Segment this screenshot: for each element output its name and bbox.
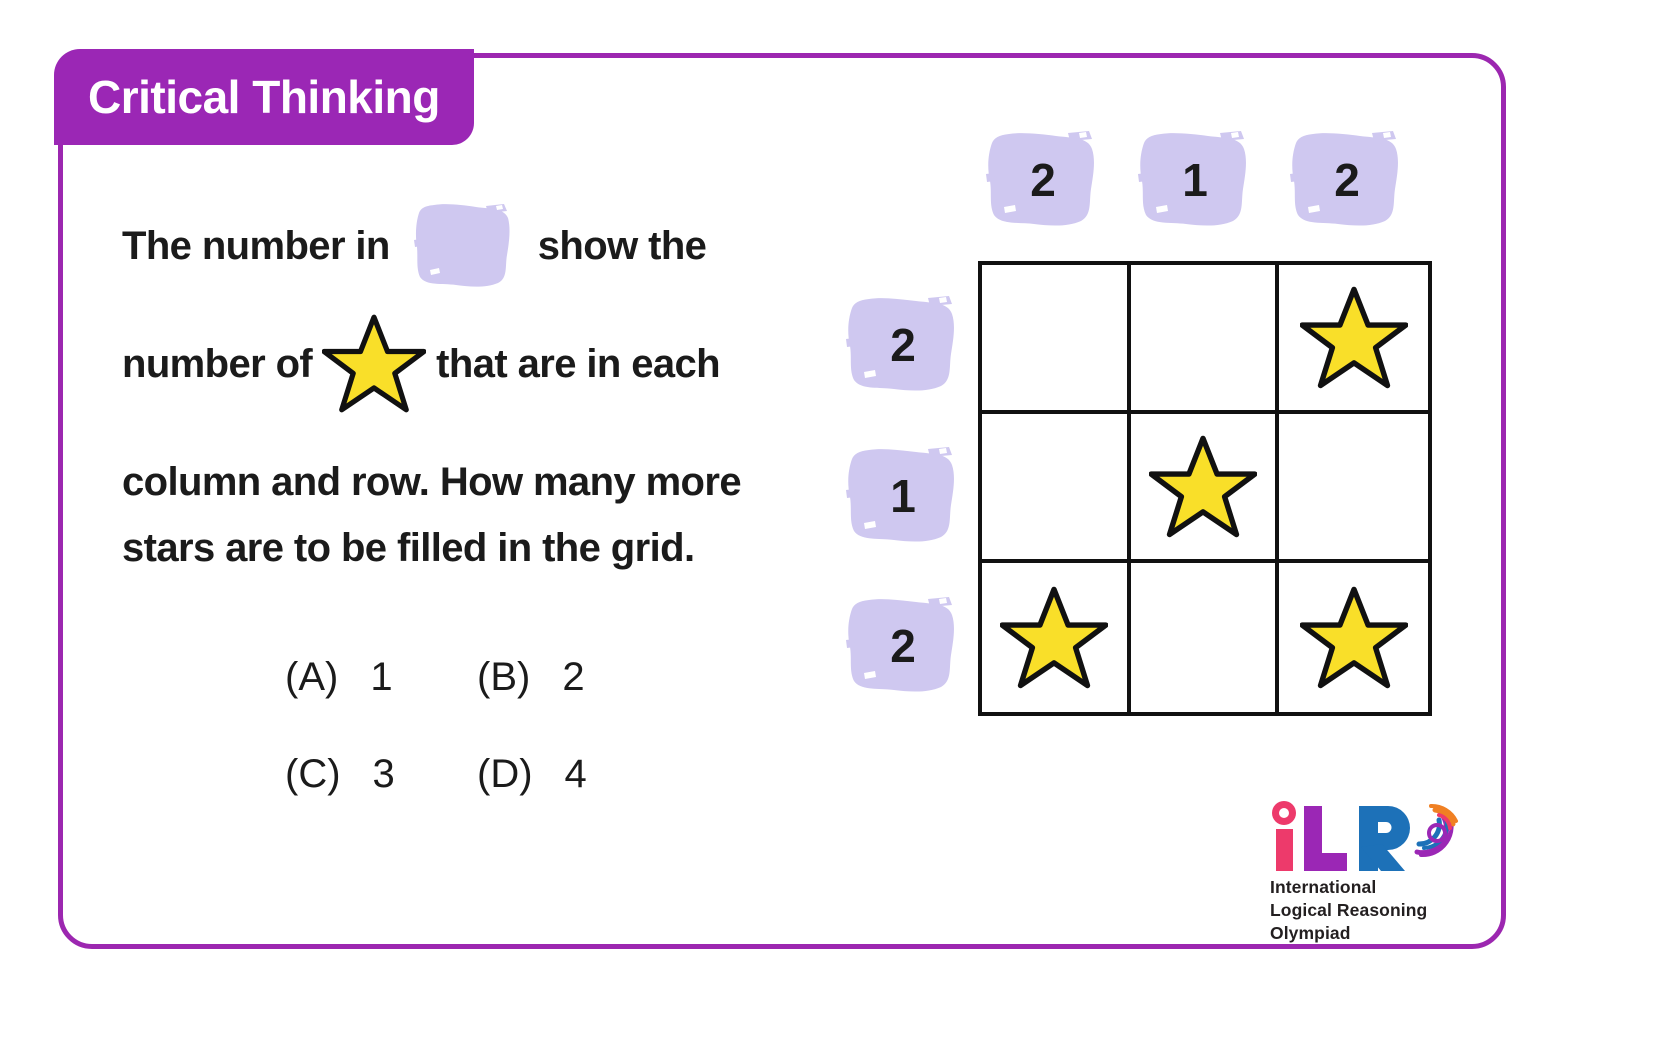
question-line-1-part-b: show the: [537, 223, 707, 268]
grid-cell-r1c2[interactable]: [1130, 265, 1280, 414]
answer-option-b-letter: (B): [477, 655, 531, 699]
grid-cell-r1c1[interactable]: [982, 265, 1131, 414]
ilro-tagline-line-3: Olympiad: [1270, 923, 1351, 944]
row-label-2: 1: [844, 444, 962, 548]
grid-cell-r2c2[interactable]: [1130, 414, 1280, 563]
question-line-2: number of that are in each: [122, 314, 812, 413]
question-text-block: The number in show the number of that ar…: [122, 204, 812, 583]
star-grid: [978, 261, 1432, 716]
grid-cell-r3c2[interactable]: [1131, 563, 1280, 712]
answer-option-a-value: 1: [370, 655, 393, 699]
column-label-1: 2: [984, 128, 1102, 232]
question-line-2-part-b: that are in each: [436, 341, 720, 386]
column-label-2: 1: [1136, 128, 1254, 232]
answer-option-b-value: 2: [562, 655, 585, 699]
answer-options-row-2: (C) 3 (D) 4: [285, 752, 705, 797]
answer-options: (A) 1 (B) 2 (C) 3 (D) 4: [285, 655, 705, 849]
grid-cell-r3c3[interactable]: [1279, 563, 1428, 712]
yellow-star-icon: [1299, 586, 1409, 690]
grid-cell-r3c1[interactable]: [982, 563, 1131, 712]
ilro-logo-tagline: International Logical Reasoning Olympiad: [1270, 876, 1427, 945]
row-label-1: 2: [844, 293, 962, 397]
column-label-3: 2: [1288, 128, 1406, 232]
yellow-star-icon: [999, 586, 1109, 690]
answer-option-c-value: 3: [372, 752, 395, 796]
answer-option-c[interactable]: (C) 3: [285, 752, 477, 797]
question-line-1: The number in show the: [122, 204, 812, 287]
question-line-3-text: column and row. How many more: [122, 459, 742, 504]
ilro-logo-mark: [1272, 801, 1458, 871]
ilro-tagline-line-1: International: [1270, 877, 1377, 897]
answer-option-d-letter: (D): [477, 752, 533, 796]
answer-option-a-letter: (A): [285, 655, 339, 699]
question-line-4: stars are to be filled in the grid.: [122, 517, 812, 579]
answer-option-c-letter: (C): [285, 752, 341, 796]
yellow-star-icon: [1148, 435, 1258, 539]
row-label-3: 2: [844, 594, 962, 698]
grid-cell-r2c3[interactable]: [1279, 414, 1428, 563]
yellow-star-icon: [321, 314, 427, 414]
category-tab: Critical Thinking: [54, 49, 474, 145]
row-label-2-value: 1: [890, 470, 916, 522]
column-label-1-value: 2: [1030, 154, 1056, 206]
question-line-1-part-a: The number in: [122, 223, 390, 268]
row-label-3-value: 2: [890, 620, 916, 672]
yellow-star-icon: [1299, 286, 1409, 390]
row-label-1-value: 2: [890, 319, 916, 371]
question-line-3: column and row. How many more: [122, 451, 812, 513]
lavender-brush-patch-icon: [412, 200, 516, 292]
grid-cell-r1c3[interactable]: [1279, 265, 1428, 414]
grid-cell-r2c1[interactable]: [982, 414, 1131, 563]
answer-option-a[interactable]: (A) 1: [285, 655, 477, 700]
star-puzzle: 2 1 2 2 1 2: [836, 128, 1446, 728]
ilro-tagline-line-2: Logical Reasoning: [1270, 900, 1428, 921]
answer-option-d-value: 4: [564, 752, 587, 796]
column-label-2-value: 1: [1182, 154, 1208, 206]
answer-option-d[interactable]: (D) 4: [477, 752, 669, 797]
column-label-3-value: 2: [1334, 154, 1360, 206]
question-line-2-part-a: number of: [122, 341, 313, 386]
ilro-logo: International Logical Reasoning Olympiad: [1267, 800, 1467, 943]
answer-option-b[interactable]: (B) 2: [477, 655, 669, 700]
category-tab-label: Critical Thinking: [88, 71, 440, 123]
question-line-4-text: stars are to be filled in the grid.: [122, 525, 695, 570]
answer-options-row-1: (A) 1 (B) 2: [285, 655, 705, 700]
